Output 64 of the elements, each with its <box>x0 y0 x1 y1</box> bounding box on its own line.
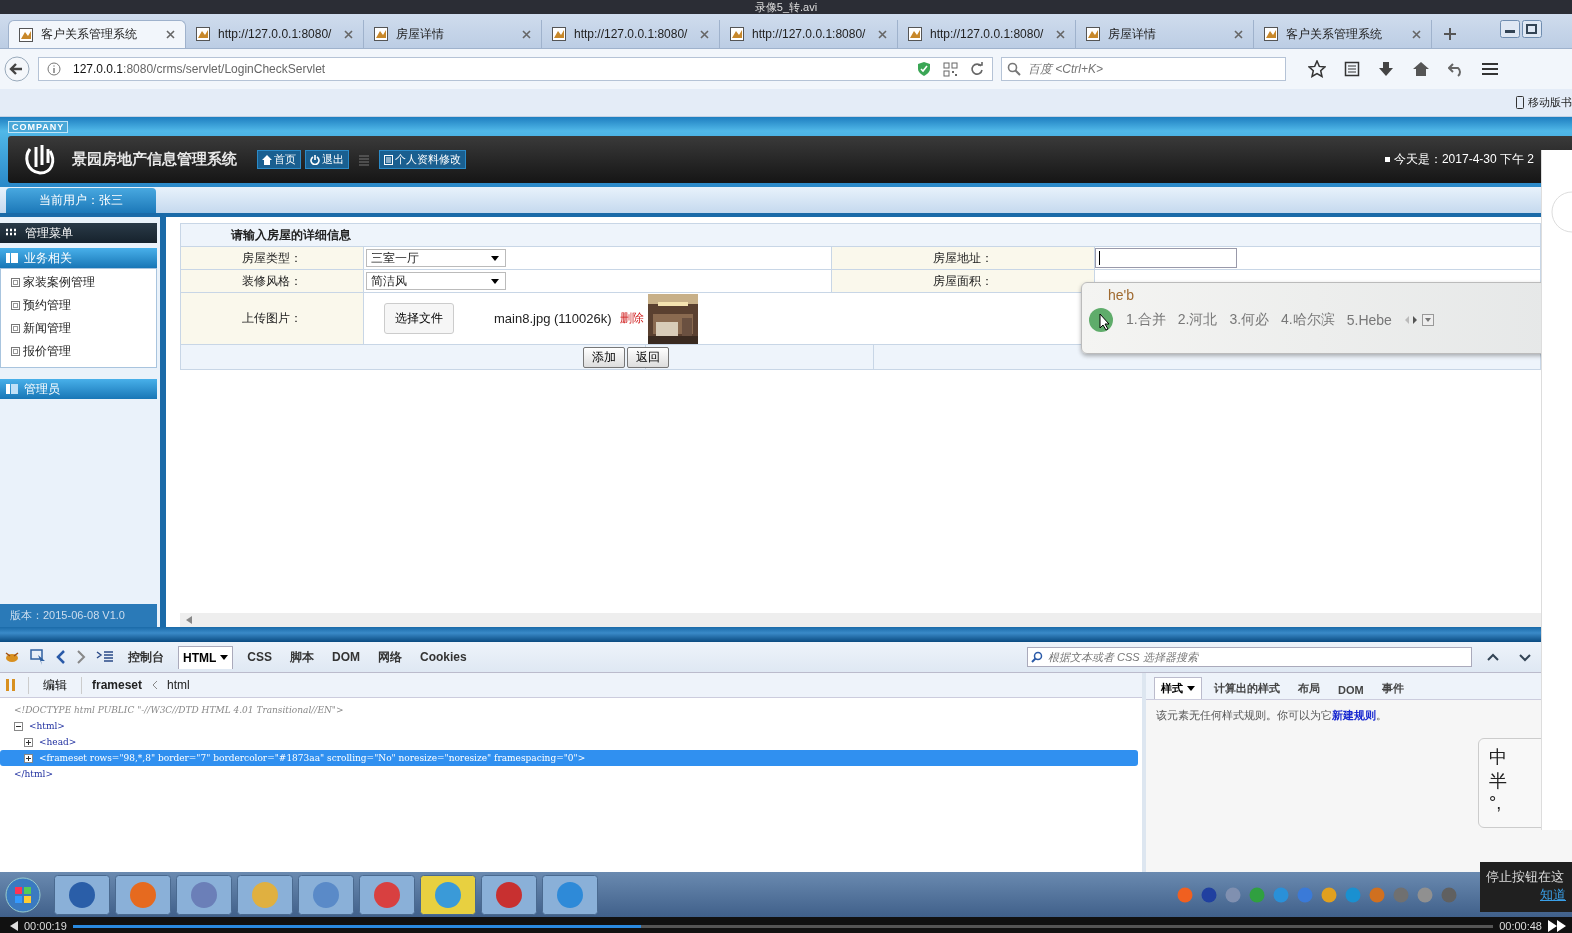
ime-candidate[interactable]: 5.Hebe <box>1346 312 1392 328</box>
ime-status-text[interactable]: °, <box>1489 793 1537 814</box>
elapsed-time: 00:00:19 <box>24 920 67 932</box>
search-field[interactable]: 百度 <Ctrl+K> <box>1001 57 1286 81</box>
company-badge: COMPANY <box>8 121 69 133</box>
menu-item[interactable]: 家装案例管理 <box>1 271 156 294</box>
html-tag[interactable]: <head> <box>39 737 77 747</box>
form-heading: 请输入房屋的详细信息 <box>231 226 351 244</box>
ime-candidate[interactable]: 2.河北 <box>1177 311 1218 329</box>
ime-candidate[interactable]: 4.哈尔滨 <box>1281 311 1335 329</box>
field-label: 上传图片： <box>242 310 302 327</box>
devtools-tab[interactable]: 控制台 <box>124 644 168 670</box>
field-label: 房屋类型： <box>242 249 302 267</box>
choose-file-button[interactable]: 选择文件 <box>384 303 454 334</box>
menu-item[interactable]: 报价管理 <box>1 340 156 363</box>
ime-status-text[interactable]: 半 <box>1489 769 1537 793</box>
type-select[interactable]: 三室一厅 <box>366 249 506 267</box>
add-button[interactable]: 添加 <box>583 346 625 368</box>
style-tab[interactable]: 样式 <box>1154 677 1202 699</box>
field-label: 装修风格： <box>242 272 302 290</box>
style-tab[interactable]: 计算出的样式 <box>1208 678 1286 699</box>
address-field[interactable]: 127.0.0.1:8080/crms/servlet/LoginCheckServlet <box>38 57 993 81</box>
date-text: 今天是：2017-4-30 下午 2 <box>1393 151 1534 168</box>
window-title: 录像5_转.avi <box>754 1 818 13</box>
menu-header: 管理菜单 <box>0 223 157 243</box>
toast-text: 停止按钮在这 <box>1486 868 1565 886</box>
html-tag: </html> <box>14 769 53 779</box>
breadcrumb-item[interactable]: frameset <box>92 678 143 692</box>
nav-button[interactable]: 首页 <box>257 150 301 169</box>
devtools-tab[interactable]: DOM <box>328 646 364 668</box>
html-tag[interactable]: <html> <box>29 721 65 731</box>
devtools-tab[interactable]: CSS <box>243 646 276 668</box>
devtools-tab[interactable]: HTML <box>178 645 234 669</box>
nav-button[interactable]: 个人资料修改 <box>379 150 466 169</box>
total-time: 00:00:48 <box>1499 920 1542 932</box>
version-text: 版本：2015-06-08 V1.0 <box>0 604 157 627</box>
browser-tab[interactable]: 客户关系管理系统 <box>8 20 186 48</box>
ime-composition-text: he'b <box>1108 287 1135 303</box>
field-label: 房屋地址： <box>933 249 993 267</box>
menu-item[interactable]: 预约管理 <box>1 294 156 317</box>
style-select[interactable]: 简洁风 <box>366 272 506 290</box>
edit-button[interactable]: 编辑 <box>28 676 82 694</box>
doctype-line: <!DOCTYPE html PUBLIC "-//W3C//DTD HTML 4.01 Transitional//EN"> <box>14 705 344 715</box>
devtools-tab[interactable]: 网络 <box>374 644 406 670</box>
ime-candidate[interactable]: 1.合并 <box>1126 311 1166 329</box>
style-tab[interactable]: DOM <box>1332 681 1370 699</box>
site-title: 景园房地产信息管理系统 <box>72 150 237 169</box>
file-name: main8.jpg (110026k) <box>494 311 612 326</box>
bookmark-link[interactable]: 移动版书 <box>1528 95 1572 110</box>
nav-button[interactable]: 退出 <box>305 150 349 169</box>
ime-candidate[interactable]: 3.何必 <box>1229 311 1270 329</box>
devtools-tab[interactable]: 脚本 <box>286 644 318 670</box>
devtools-tab[interactable]: Cookies <box>416 646 471 668</box>
ime-status-text[interactable]: 中 <box>1489 745 1537 769</box>
new-rule-link[interactable]: 新建规则 <box>1332 709 1376 721</box>
menu-item[interactable]: 新闻管理 <box>1 317 156 340</box>
style-tab[interactable]: 布局 <box>1292 678 1326 699</box>
style-tab[interactable]: 事件 <box>1375 678 1410 699</box>
back-button[interactable]: 返回 <box>627 346 669 368</box>
toast-link[interactable]: 知道 <box>1540 886 1566 904</box>
field-label: 房屋面积： <box>933 272 993 290</box>
delete-link[interactable]: 删除 <box>619 310 644 327</box>
breadcrumb-item[interactable]: html <box>167 678 190 692</box>
devtools-search-field[interactable]: 根据文本或者 CSS 选择器搜索 <box>1027 647 1472 667</box>
